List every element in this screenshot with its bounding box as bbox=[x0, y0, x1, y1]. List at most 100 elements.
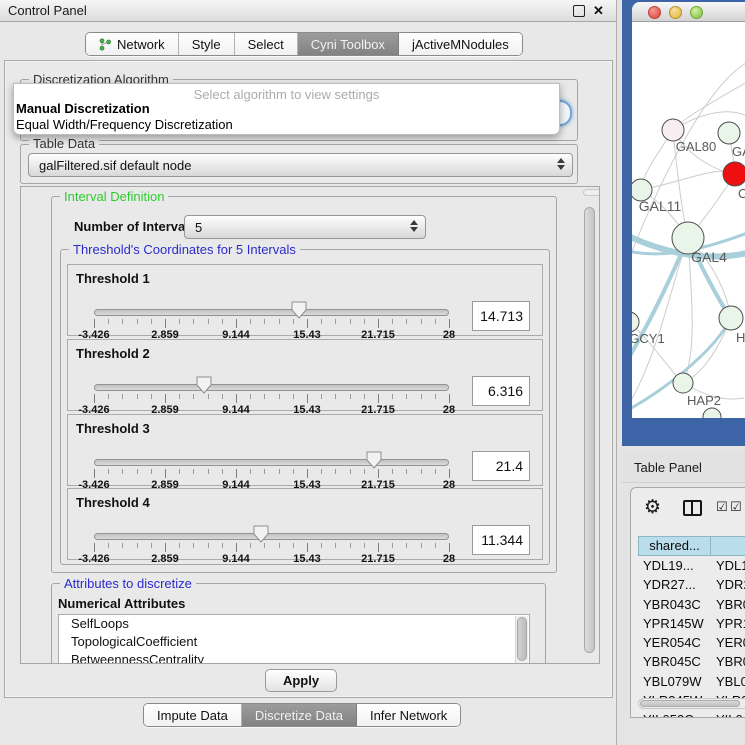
slider-thumb[interactable] bbox=[366, 451, 382, 469]
checkbox-icon[interactable]: ☑ bbox=[716, 500, 728, 515]
close-icon[interactable]: ✕ bbox=[593, 5, 605, 17]
tab-style[interactable]: Style bbox=[179, 33, 235, 55]
settings-scrollbar[interactable] bbox=[583, 189, 597, 661]
slider-track[interactable] bbox=[94, 533, 449, 540]
tick-mark bbox=[122, 394, 123, 399]
tick-mark bbox=[364, 469, 365, 474]
threshold-value-field[interactable]: 11.344 bbox=[472, 525, 530, 555]
tick-mark bbox=[449, 469, 450, 478]
tick-mark bbox=[208, 394, 209, 399]
zoom-traffic-light[interactable] bbox=[690, 6, 703, 19]
cell-shared-name: YPR145W bbox=[638, 614, 710, 633]
tick-mark bbox=[122, 543, 123, 548]
tick-mark bbox=[335, 543, 336, 548]
popup-item-manual-discretization[interactable]: Manual Discretization bbox=[14, 101, 559, 117]
tab-jactivemnodules[interactable]: jActiveMNodules bbox=[399, 33, 522, 55]
scrollbar-track[interactable] bbox=[583, 189, 600, 196]
cell-name: YDR2 bbox=[710, 575, 745, 594]
tab-cyni-toolbox[interactable]: Cyni Toolbox bbox=[298, 33, 399, 55]
tab-infer-network[interactable]: Infer Network bbox=[357, 704, 460, 726]
table-row[interactable]: YIL052CYIL0 bbox=[638, 710, 745, 718]
table-row[interactable]: YBR045CYBR0 bbox=[638, 652, 745, 671]
table-row[interactable]: YER054CYER0 bbox=[638, 633, 745, 652]
table-panel-title: Table Panel bbox=[634, 460, 702, 475]
slider-track[interactable] bbox=[94, 384, 449, 391]
minimize-traffic-light[interactable] bbox=[669, 6, 682, 19]
float-window-icon[interactable] bbox=[573, 5, 585, 17]
tab-label: Select bbox=[248, 37, 284, 52]
network-node[interactable] bbox=[673, 373, 693, 393]
table-panel-toolbar: ⚙ ☑ ☑ bbox=[631, 488, 745, 532]
list-scrollbar[interactable] bbox=[515, 616, 528, 664]
tab-label: Style bbox=[192, 37, 221, 52]
list-item[interactable]: SelfLoops bbox=[59, 615, 529, 633]
apply-button[interactable]: Apply bbox=[265, 669, 337, 692]
column-header[interactable]: shared... bbox=[638, 536, 710, 556]
table-row[interactable]: YDL19...YDL1 bbox=[638, 556, 745, 575]
num-intervals-combobox[interactable]: 5 bbox=[184, 215, 426, 239]
tick-mark bbox=[392, 319, 393, 324]
table-header-row: shared... na bbox=[638, 536, 745, 556]
tick-mark bbox=[179, 469, 180, 474]
tick-mark bbox=[307, 394, 308, 403]
tab-network[interactable]: Network bbox=[86, 33, 179, 55]
tab-impute-data[interactable]: Impute Data bbox=[144, 704, 242, 726]
table-row[interactable]: YBR043CYBR0 bbox=[638, 595, 745, 614]
tick-mark bbox=[421, 469, 422, 474]
thresholds-group: Threshold's Coordinates for 5 Intervals … bbox=[60, 249, 550, 565]
network-node-label: GAL80 bbox=[676, 139, 716, 154]
gear-icon[interactable]: ⚙ bbox=[644, 496, 661, 518]
slider-thumb[interactable] bbox=[253, 525, 269, 543]
slider-ticks bbox=[94, 469, 449, 479]
tick-mark bbox=[307, 319, 308, 328]
tick-mark bbox=[279, 394, 280, 399]
tick-mark bbox=[350, 319, 351, 324]
numerical-attributes-list[interactable]: SelfLoopsTopologicalCoefficientBetweenne… bbox=[58, 614, 530, 664]
table-row[interactable]: YBL079WYBL0 bbox=[638, 672, 745, 691]
network-node[interactable] bbox=[723, 162, 745, 186]
network-node[interactable] bbox=[632, 312, 639, 332]
column-header[interactable]: na bbox=[710, 536, 745, 556]
tick-mark bbox=[236, 469, 237, 478]
scrollbar-thumb[interactable] bbox=[584, 207, 595, 653]
close-traffic-light[interactable] bbox=[648, 6, 661, 19]
network-node[interactable] bbox=[662, 119, 684, 141]
group-title: Attributes to discretize bbox=[60, 576, 196, 591]
tick-mark bbox=[165, 319, 166, 328]
network-node[interactable] bbox=[703, 408, 721, 418]
popup-item-equal-width-frequency[interactable]: Equal Width/Frequency Discretization bbox=[14, 117, 559, 133]
slider-thumb[interactable] bbox=[196, 376, 212, 394]
list-item[interactable]: BetweennessCentrality bbox=[59, 651, 529, 664]
numerical-attributes-label: Numerical Attributes bbox=[58, 596, 185, 611]
table-row[interactable]: YDR27...YDR2 bbox=[638, 575, 745, 594]
group-title: Table Data bbox=[29, 136, 99, 151]
list-item[interactable]: TopologicalCoefficient bbox=[59, 633, 529, 651]
threshold-value-field[interactable]: 6.316 bbox=[472, 376, 530, 406]
table-row[interactable]: YPR145WYPR1 bbox=[638, 614, 745, 633]
checkbox-icon[interactable]: ☑ bbox=[730, 500, 742, 515]
list-scrollbar-thumb[interactable] bbox=[517, 617, 527, 661]
table-hscrollbar-thumb[interactable] bbox=[640, 700, 740, 707]
network-node[interactable] bbox=[718, 122, 740, 144]
tick-mark bbox=[321, 543, 322, 548]
network-canvas[interactable]: GAL80GACGAL11GAL4HGCY1HAP2 bbox=[632, 22, 745, 418]
table-data-combobox[interactable]: galFiltered.sif default node bbox=[28, 153, 573, 177]
tick-mark bbox=[307, 543, 308, 552]
split-columns-icon[interactable] bbox=[683, 500, 702, 516]
slider-track[interactable] bbox=[94, 459, 449, 466]
tick-mark bbox=[179, 394, 180, 399]
tick-mark bbox=[435, 394, 436, 399]
threshold-value-field[interactable]: 14.713 bbox=[472, 301, 530, 331]
threshold-value-field[interactable]: 21.4 bbox=[472, 451, 530, 481]
tick-mark bbox=[137, 394, 138, 399]
threshold-label: Threshold 3 bbox=[76, 421, 150, 436]
tab-discretize-data[interactable]: Discretize Data bbox=[242, 704, 357, 726]
tick-mark bbox=[392, 394, 393, 399]
network-node[interactable] bbox=[719, 306, 743, 330]
slider-thumb[interactable] bbox=[291, 301, 307, 319]
table-hscrollbar[interactable] bbox=[638, 698, 745, 709]
tab-select[interactable]: Select bbox=[235, 33, 298, 55]
attributes-group: Attributes to discretize Numerical Attri… bbox=[51, 583, 546, 664]
tick-mark bbox=[335, 469, 336, 474]
slider-track[interactable] bbox=[94, 309, 449, 316]
